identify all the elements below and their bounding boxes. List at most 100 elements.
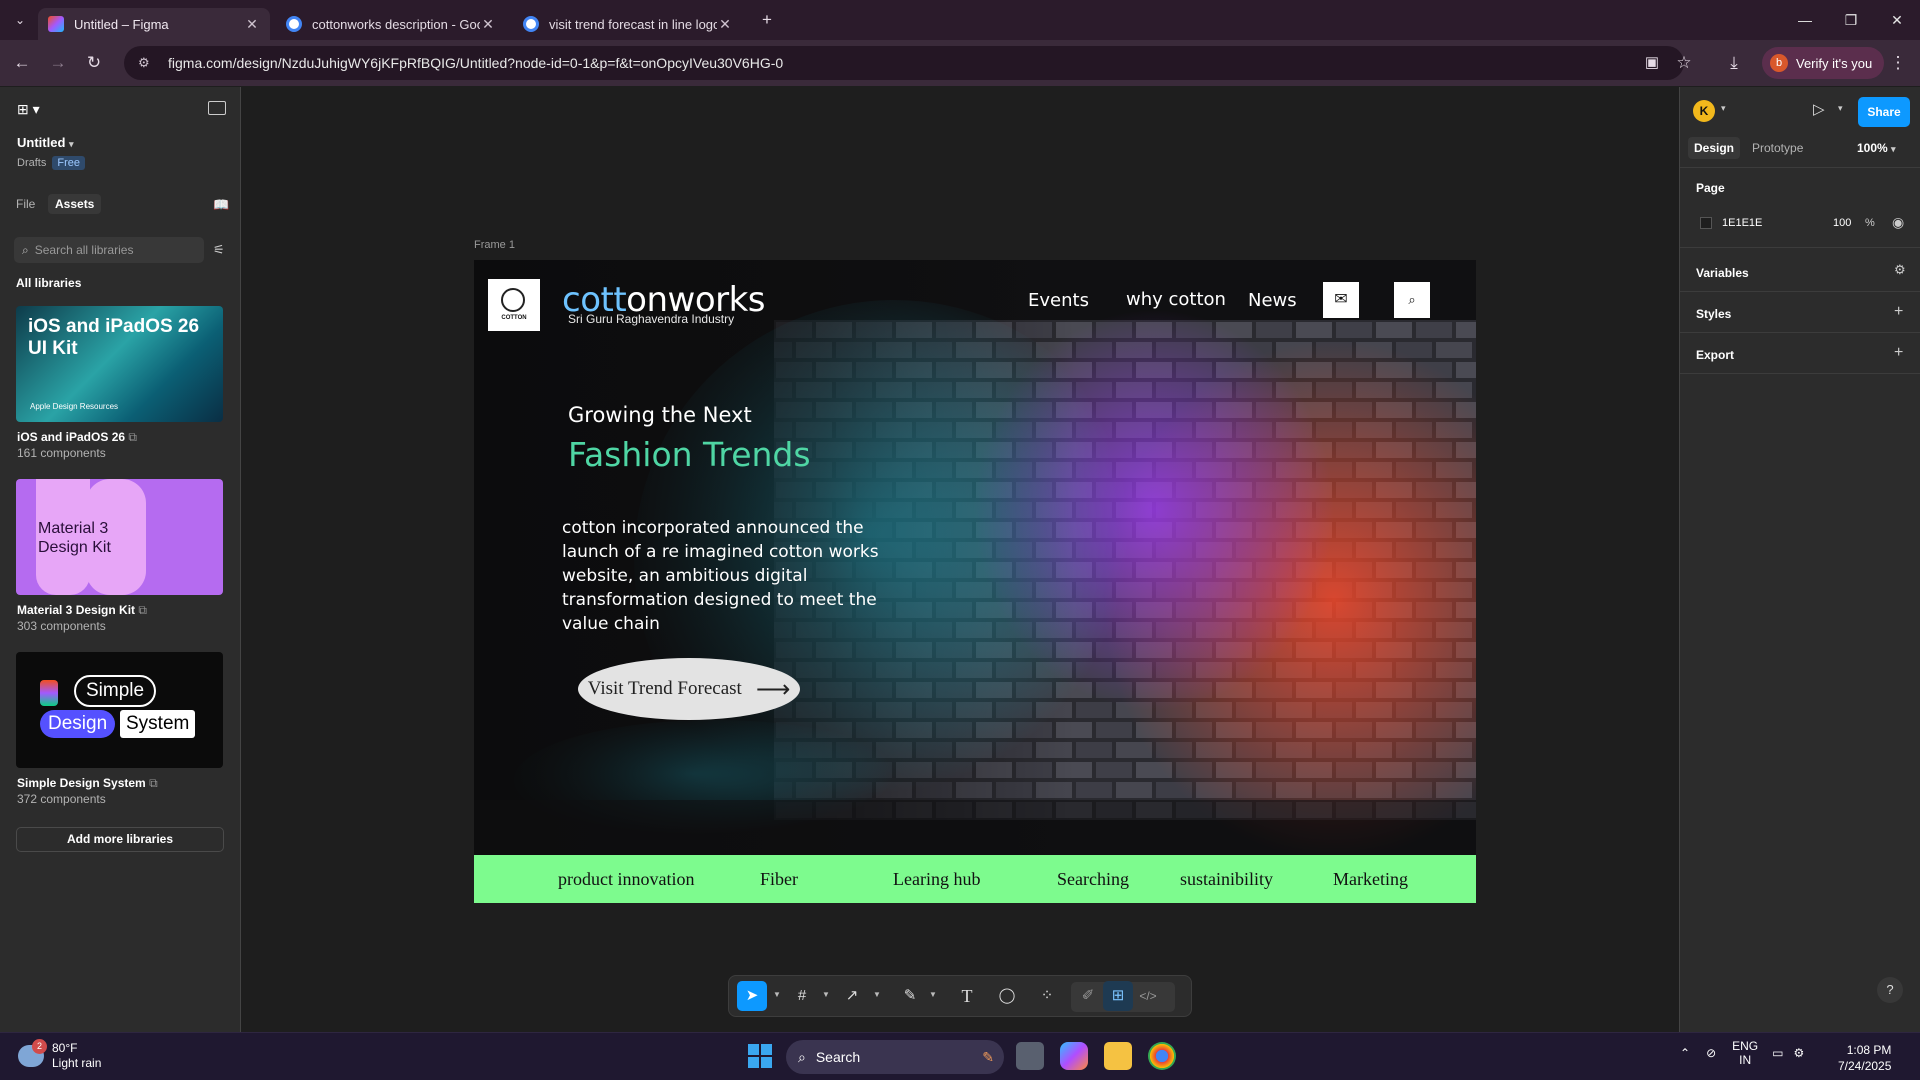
forward-arrow-icon[interactable]: → (46, 51, 70, 75)
visit-trend-forecast-button[interactable]: Visit Trend Forecast ⟶ (578, 658, 800, 720)
tab-google-trend[interactable]: visit trend forecast in line logo ✕ (513, 8, 743, 40)
library-card-ios[interactable]: iOS and iPadOS 26 UI Kit Apple Design Re… (16, 306, 223, 422)
taskbar-search[interactable]: ⌕ Search ✎ (786, 1040, 1004, 1074)
category-marketing[interactable]: Marketing (1333, 869, 1408, 890)
present-play-icon[interactable]: ▷ (1813, 100, 1825, 118)
add-more-libraries-button[interactable]: Add more libraries (16, 827, 224, 852)
settings-icon[interactable]: ⚙ (1793, 1046, 1804, 1060)
add-style-plus-icon[interactable]: + (1894, 303, 1903, 321)
tab-file[interactable]: File (16, 197, 35, 211)
file-name[interactable]: Untitled ▾ (17, 135, 74, 150)
file-explorer-icon[interactable] (1104, 1042, 1132, 1070)
tab-assets[interactable]: Assets (48, 194, 102, 214)
network-icon[interactable]: ⊘ (1706, 1046, 1716, 1060)
chevron-down-icon[interactable]: ▾ (1838, 103, 1843, 114)
weather-widget[interactable]: 2 80°F Light rain (18, 1039, 101, 1071)
library-thumb-word: System (120, 710, 196, 738)
frame-label[interactable]: Frame 1 (474, 239, 515, 251)
eye-visibility-icon[interactable]: ◉ (1892, 214, 1904, 231)
minimize-icon[interactable]: — (1790, 8, 1820, 32)
library-name[interactable]: Simple Design System ⧉ (17, 776, 158, 791)
zoom-level[interactable]: 100% ▾ (1857, 141, 1896, 155)
clock[interactable]: 1:08 PM 7/24/2025 (1838, 1042, 1891, 1074)
restore-icon[interactable]: ❐ (1836, 8, 1866, 32)
library-card-simple[interactable]: Simple Design System (16, 652, 223, 768)
library-thumb-title: iOS and iPadOS 26 UI Kit (28, 316, 200, 359)
close-tab-icon[interactable]: ✕ (480, 16, 496, 33)
tab-google-cottonworks[interactable]: cottonworks description - Goog ✕ (276, 8, 506, 40)
new-tab-plus-icon[interactable]: + (755, 8, 779, 32)
figma-main-menu-icon[interactable]: ⊞ ▾ (17, 101, 40, 118)
library-name[interactable]: iOS and iPadOS 26 ⧉ (17, 430, 137, 445)
close-tab-icon[interactable]: ✕ (244, 16, 260, 33)
category-product-innovation[interactable]: product innovation (558, 869, 694, 890)
chevron-down-icon[interactable]: ▼ (822, 990, 830, 999)
nav-why-cotton[interactable]: why cotton (1126, 289, 1226, 310)
category-searching[interactable]: Searching (1057, 869, 1129, 890)
text-tool-icon[interactable]: T (952, 981, 982, 1011)
close-tab-icon[interactable]: ✕ (717, 16, 733, 33)
library-search-input[interactable]: ⌕ Search all libraries (14, 237, 204, 263)
task-view-icon[interactable] (1016, 1042, 1044, 1070)
actions-tool-icon[interactable]: ⁘ (1032, 981, 1062, 1011)
tab-search-chevron-icon[interactable]: ⌄ (8, 8, 32, 32)
site-info-icon[interactable]: ⚙ (138, 55, 158, 71)
chrome-icon[interactable] (1148, 1042, 1176, 1070)
library-card-material[interactable]: Material 3 Design Kit (16, 479, 223, 595)
color-swatch[interactable] (1700, 217, 1712, 229)
comment-tool-icon[interactable]: ◯ (992, 981, 1022, 1011)
library-book-icon[interactable]: 📖 (213, 197, 229, 213)
design-mode-icon[interactable]: ⊞ (1103, 981, 1133, 1011)
shape-arrow-tool-icon[interactable]: ↗ (837, 981, 867, 1011)
category-sustainability[interactable]: sustainibility (1180, 869, 1273, 890)
move-tool-icon[interactable]: ➤ (737, 981, 767, 1011)
display-icon[interactable]: ▭ (1772, 1046, 1783, 1060)
chevron-down-icon[interactable]: ▼ (773, 990, 781, 999)
tab-design[interactable]: Design (1688, 137, 1741, 159)
add-export-plus-icon[interactable]: + (1894, 344, 1903, 362)
category-learning-hub[interactable]: Learing hub (893, 869, 980, 890)
copilot-icon[interactable] (1060, 1042, 1088, 1070)
library-name[interactable]: Material 3 Design Kit ⧉ (17, 603, 147, 618)
filter-icon[interactable]: ⚟ (213, 242, 225, 258)
divider (1680, 247, 1920, 248)
back-arrow-icon[interactable]: ← (10, 51, 34, 75)
chevron-down-icon[interactable]: ▾ (1721, 103, 1726, 114)
dev-mode-icon[interactable]: </> (1133, 981, 1163, 1011)
hero-description: cotton incorporated announced the launch… (562, 518, 879, 634)
tab-prototype[interactable]: Prototype (1746, 137, 1809, 159)
help-button[interactable]: ? (1877, 977, 1903, 1003)
chevron-up-icon[interactable]: ⌃ (1680, 1046, 1690, 1060)
variables-settings-icon[interactable]: ⚙ (1894, 262, 1906, 278)
page-opacity-value[interactable]: 100 (1833, 217, 1851, 229)
reload-icon[interactable]: ↻ (82, 51, 106, 75)
pen-tool-icon[interactable]: ✎ (895, 981, 925, 1011)
language-indicator[interactable]: ENG IN (1732, 1039, 1758, 1067)
windows-start-icon[interactable] (748, 1044, 772, 1068)
page-color-value[interactable]: 1E1E1E (1722, 217, 1762, 229)
close-window-icon[interactable]: ✕ (1882, 8, 1912, 32)
toggle-sidebar-icon[interactable] (208, 101, 226, 115)
category-fiber[interactable]: Fiber (760, 869, 798, 890)
search-icon[interactable]: ⌕ (1394, 282, 1430, 318)
browser-menu-icon[interactable]: ⋮ (1886, 51, 1910, 75)
nav-news[interactable]: News (1248, 290, 1297, 311)
cotton-logo[interactable]: COTTON (488, 279, 540, 331)
download-icon[interactable]: ⤓ (1722, 51, 1746, 75)
verify-identity-button[interactable]: b Verify it's you (1762, 47, 1885, 79)
tab-figma[interactable]: Untitled – Figma ✕ (38, 8, 270, 40)
library-count: 303 components (17, 619, 106, 633)
mail-icon[interactable]: ✉ (1323, 282, 1359, 318)
draw-mode-icon[interactable]: ✐ (1073, 981, 1103, 1011)
frame-tool-icon[interactable]: # (787, 981, 817, 1011)
install-app-icon[interactable]: ▣ (1640, 51, 1664, 75)
frame-1[interactable]: COTTON cottonworks Sri Guru Raghavendra … (474, 260, 1476, 903)
chevron-down-icon[interactable]: ▼ (929, 990, 937, 999)
share-button[interactable]: Share (1858, 97, 1910, 127)
user-avatar[interactable]: K (1693, 100, 1715, 122)
chevron-down-icon[interactable]: ▼ (873, 990, 881, 999)
variables-heading: Variables (1696, 266, 1749, 280)
nav-events[interactable]: Events (1028, 290, 1089, 311)
url-field[interactable]: ⚙ figma.com/design/NzduJuhigWY6jKFpRfBQI… (124, 46, 1684, 80)
bookmark-star-icon[interactable]: ☆ (1672, 51, 1696, 75)
